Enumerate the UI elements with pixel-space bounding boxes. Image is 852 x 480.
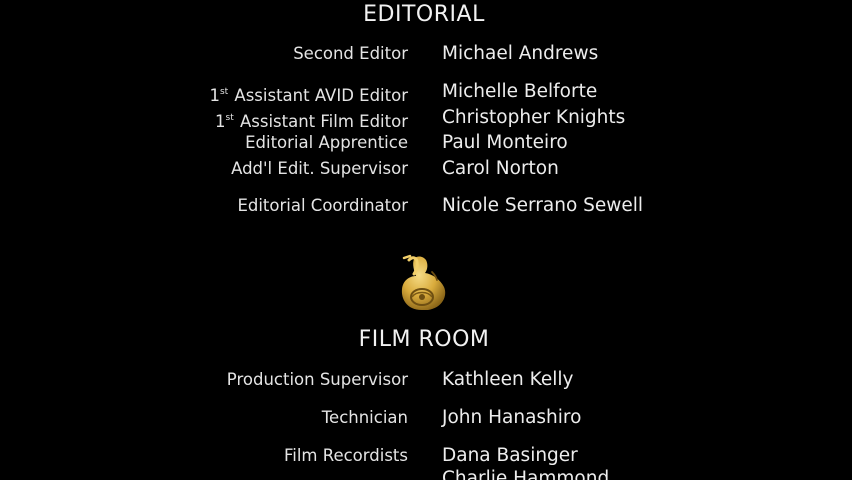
credit-name: Michelle Belforte bbox=[442, 81, 598, 102]
credit-row: 1st Assistant AVID Editor Michelle Belfo… bbox=[0, 80, 852, 105]
credit-role: 1st Assistant AVID Editor bbox=[209, 80, 408, 108]
credit-name: Charlie Hammond bbox=[442, 468, 610, 480]
credit-name: Kathleen Kelly bbox=[442, 369, 574, 390]
credit-name: Dana Basinger bbox=[442, 445, 578, 466]
credit-row: Editorial Apprentice Paul Monteiro bbox=[0, 131, 852, 155]
ordinal-suffix: st bbox=[225, 113, 234, 123]
credit-name: Nicole Serrano Sewell bbox=[442, 195, 644, 216]
credit-row: Production Supervisor Kathleen Kelly bbox=[0, 368, 852, 392]
credit-role: 1st Assistant Film Editor bbox=[215, 106, 408, 134]
credit-role: Technician bbox=[321, 408, 408, 427]
credit-name: John Hanashiro bbox=[442, 407, 582, 428]
credit-row: Editorial Coordinator Nicole Serrano Sew… bbox=[0, 194, 852, 218]
section-heading-editorial: EDITORIAL bbox=[363, 2, 485, 27]
credit-role: Production Supervisor bbox=[226, 370, 408, 389]
ordinal-number: 1 bbox=[209, 86, 220, 105]
credit-name: Paul Monteiro bbox=[442, 132, 568, 153]
credit-role: Second Editor bbox=[293, 44, 408, 63]
credit-row: Technician John Hanashiro bbox=[0, 406, 852, 430]
gold-seal-emblem-icon bbox=[401, 254, 446, 310]
credit-row: Charlie Hammond bbox=[0, 467, 852, 480]
credit-role: Film Recordists bbox=[283, 446, 408, 465]
credit-name: Christopher Knights bbox=[442, 107, 626, 128]
credit-role-text: Assistant Film Editor bbox=[239, 112, 408, 131]
credit-name: Michael Andrews bbox=[442, 43, 599, 64]
credit-role-text: Assistant AVID Editor bbox=[234, 86, 408, 105]
section-heading-film-room: FILM ROOM bbox=[358, 327, 490, 352]
credit-role: Add'l Edit. Supervisor bbox=[231, 159, 408, 178]
credit-name: Carol Norton bbox=[442, 158, 559, 179]
credit-role: Editorial Apprentice bbox=[245, 133, 408, 152]
credit-row: Film Recordists Dana Basinger bbox=[0, 444, 852, 468]
ordinal-number: 1 bbox=[215, 112, 226, 131]
ordinal-suffix: st bbox=[219, 87, 229, 97]
credit-row: 1st Assistant Film Editor Christopher Kn… bbox=[0, 106, 852, 131]
credit-row: Second Editor Michael Andrews bbox=[0, 42, 852, 66]
credit-row: Add'l Edit. Supervisor Carol Norton bbox=[0, 157, 852, 181]
credit-role: Editorial Coordinator bbox=[237, 196, 408, 215]
